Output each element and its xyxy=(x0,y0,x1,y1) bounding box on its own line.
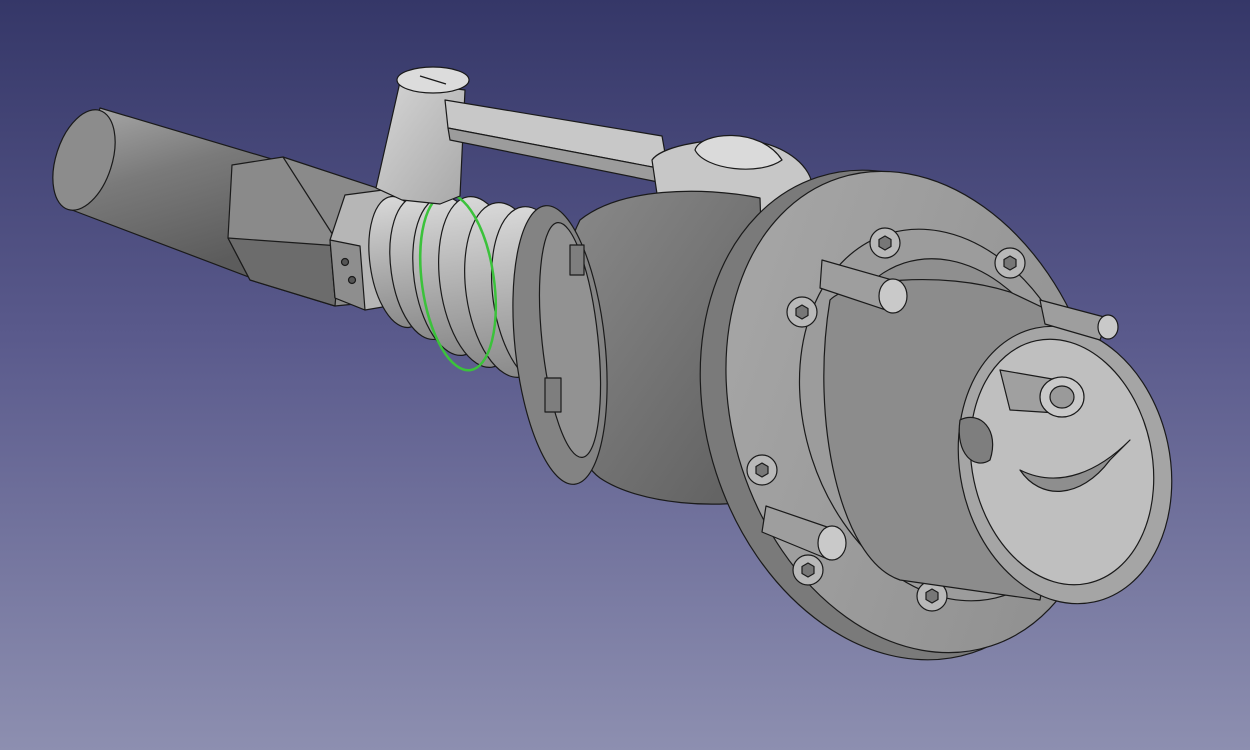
bolt xyxy=(746,454,778,486)
bolt xyxy=(786,296,818,328)
3d-viewport[interactable] xyxy=(0,0,1250,750)
bolt xyxy=(869,227,901,259)
model-render[interactable] xyxy=(0,0,1250,750)
bolt xyxy=(994,247,1026,279)
lever-arm[interactable] xyxy=(444,99,669,185)
bolt xyxy=(792,554,824,586)
